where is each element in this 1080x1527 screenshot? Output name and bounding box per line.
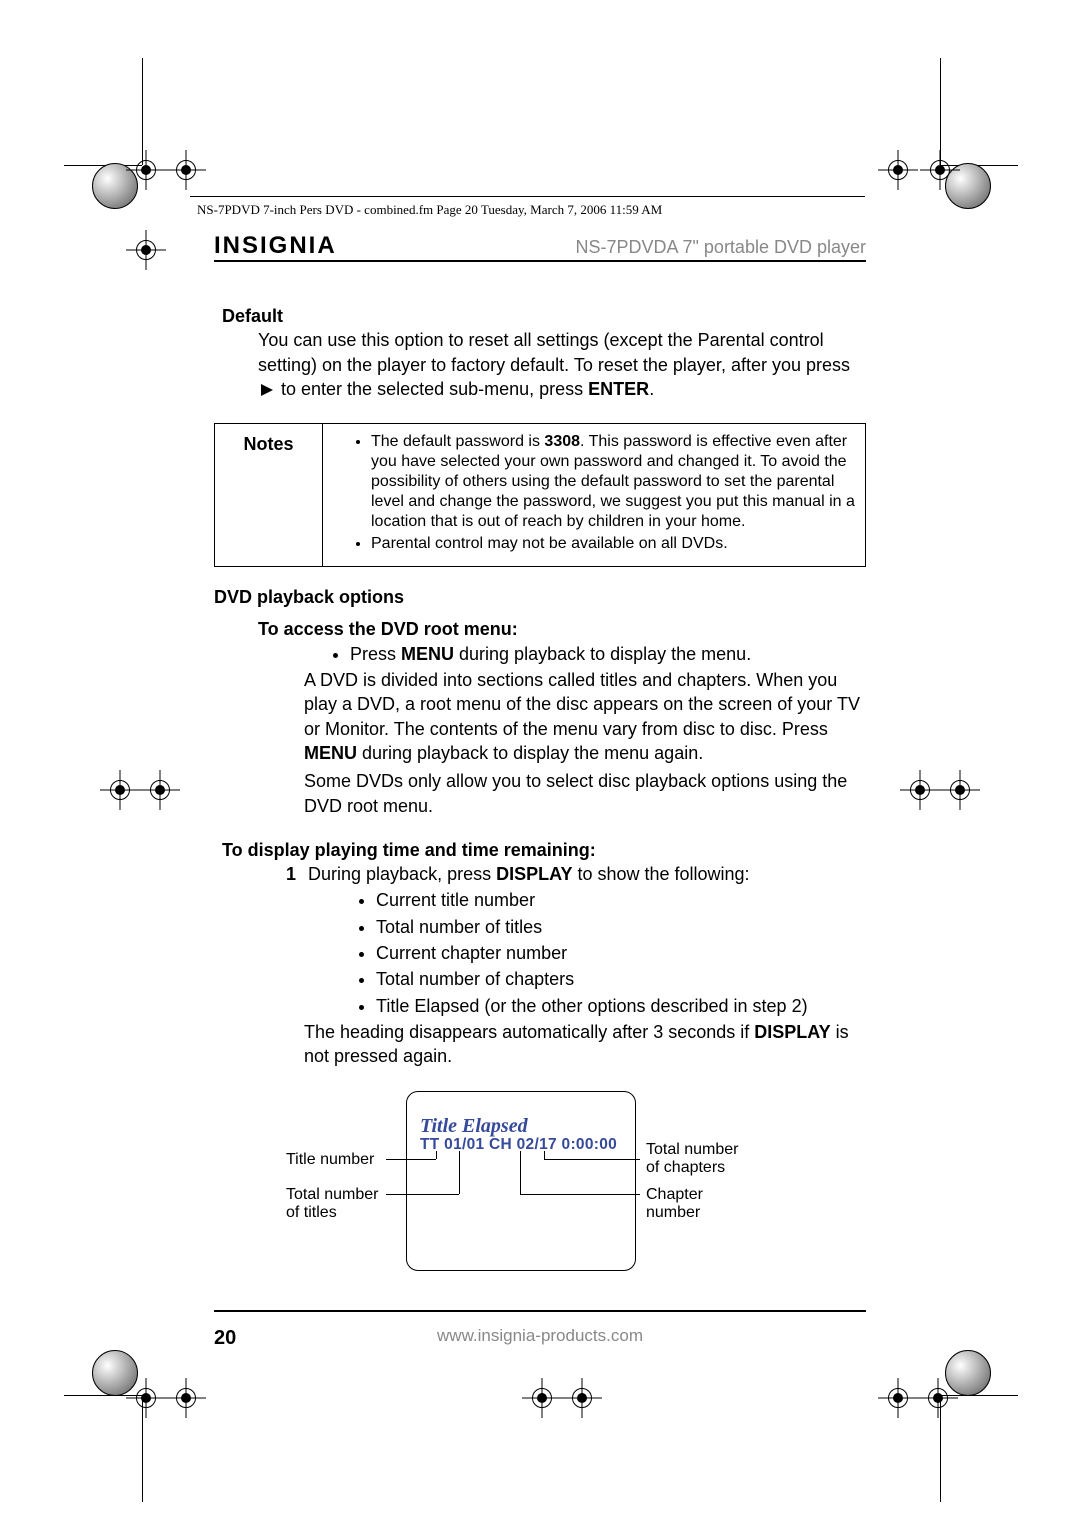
text: The default password is <box>371 433 544 450</box>
menu-key: MENU <box>304 743 357 763</box>
display-bullet: Title Elapsed (or the other options desc… <box>376 994 866 1018</box>
heading-root-menu: To access the DVD root menu: <box>258 617 866 641</box>
display-bullet: Total number of titles <box>376 915 866 939</box>
text: A DVD is divided into sections called ti… <box>304 670 860 739</box>
text: during playback to display the menu. <box>454 644 751 664</box>
text: You can use this option to reset all set… <box>258 330 850 374</box>
step-1: 1During playback, press DISPLAY to show … <box>286 862 866 886</box>
text: to show the following: <box>572 864 749 884</box>
root-menu-para2: Some DVDs only allow you to select disc … <box>304 769 866 818</box>
default-paragraph: You can use this option to reset all set… <box>258 328 866 401</box>
display-bullet: Total number of chapters <box>376 967 866 991</box>
notes-box: Notes The default password is 3308. This… <box>214 423 866 567</box>
label-total-titles: Total number of titles <box>286 1186 396 1223</box>
play-icon <box>261 384 273 396</box>
osd-diagram: Title Elapsed TT 01/01 CH 02/17 0:00:00 … <box>286 1091 726 1281</box>
osd-data-line: TT 01/01 CH 02/17 0:00:00 <box>420 1135 617 1156</box>
text: Press <box>350 644 401 664</box>
root-menu-para1: A DVD is divided into sections called ti… <box>304 668 866 765</box>
heading-default: Default <box>222 304 866 328</box>
heading-display-time: To display playing time and time remaini… <box>222 838 866 862</box>
notes-item: The default password is 3308. This passw… <box>371 432 857 532</box>
root-menu-bullet: Press MENU during playback to display th… <box>350 642 866 666</box>
brand-logo: INSIGNIA <box>214 230 337 262</box>
print-mark-text: NS-7PDVD 7-inch Pers DVD - combined.fm P… <box>197 201 662 219</box>
display-key: DISPLAY <box>754 1022 830 1042</box>
text: during playback to display the menu agai… <box>357 743 703 763</box>
display-key: DISPLAY <box>496 864 572 884</box>
menu-key: MENU <box>401 644 454 664</box>
notes-label: Notes <box>215 424 323 566</box>
page-content: INSIGNIA NS-7PDVDA 7" portable DVD playe… <box>214 230 866 1281</box>
display-tail: The heading disappears automatically aft… <box>304 1020 866 1069</box>
display-bullet: Current chapter number <box>376 941 866 965</box>
text: to enter the selected sub-menu, press <box>276 379 588 399</box>
heading-playback: DVD playback options <box>214 585 866 609</box>
notes-item: Parental control may not be available on… <box>371 534 857 554</box>
text: . <box>649 379 654 399</box>
label-title-number: Title number <box>286 1151 396 1169</box>
text: The heading disappears automatically aft… <box>304 1022 754 1042</box>
text: During playback, press <box>308 864 496 884</box>
product-header: NS-7PDVDA 7" portable DVD player <box>575 235 866 259</box>
password-value: 3308 <box>544 433 580 450</box>
display-bullet: Current title number <box>376 888 866 912</box>
enter-key: ENTER <box>588 379 649 399</box>
label-total-chapters: Total number of chapters <box>646 1141 766 1178</box>
label-chapter-number: Chapter number <box>646 1186 746 1223</box>
footer-url: www.insignia-products.com <box>0 1325 1080 1348</box>
